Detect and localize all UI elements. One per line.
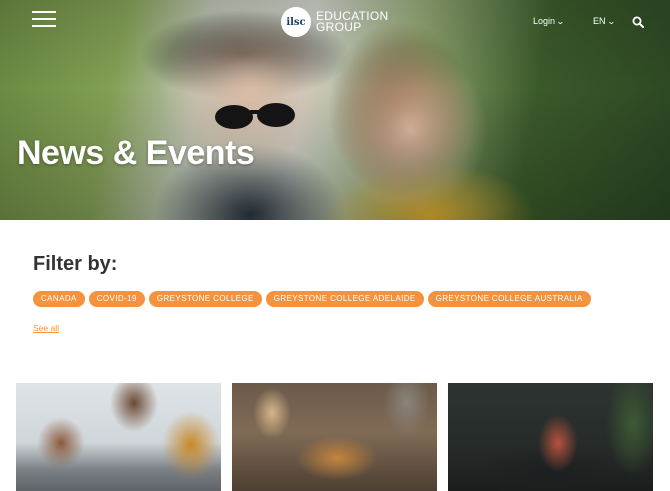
filter-chip-greystone-college-australia[interactable]: GREYSTONE COLLEGE AUSTRALIA [427, 291, 591, 307]
login-label: Login [533, 16, 556, 26]
filter-heading: Filter by: [33, 253, 118, 275]
chevron-down-icon: ⌄ [556, 17, 565, 26]
article-card-image[interactable] [448, 383, 653, 491]
filter-chip-greystone-college-adelaide[interactable]: GREYSTONE COLLEGE ADELAIDE [265, 291, 424, 307]
language-label: EN [593, 16, 606, 26]
see-all-link[interactable]: See all [33, 323, 59, 333]
filter-chip-greystone-college[interactable]: GREYSTONE COLLEGE [148, 291, 262, 307]
article-card-image[interactable] [16, 383, 221, 491]
logo-line-2: GROUP [316, 20, 362, 34]
filter-chip-list: CANADA COVID-19 GREYSTONE COLLEGE GREYST… [33, 291, 591, 307]
article-card-image[interactable] [232, 383, 437, 491]
page-title: News & Events [17, 134, 255, 172]
login-menu[interactable]: Login⌄ [533, 16, 565, 26]
filter-chip-canada[interactable]: CANADA [33, 291, 85, 307]
language-selector[interactable]: EN⌄ [593, 16, 616, 26]
hamburger-menu-icon[interactable] [32, 11, 56, 29]
chevron-down-icon: ⌄ [606, 17, 616, 26]
logo[interactable]: ilsc EDUCATION GROUP [281, 6, 388, 38]
logo-text: EDUCATION GROUP [316, 10, 388, 34]
logo-mark: ilsc [281, 7, 311, 37]
search-icon[interactable] [632, 16, 644, 28]
sunglasses-graphic [215, 103, 295, 129]
filter-chip-covid-19[interactable]: COVID-19 [88, 291, 145, 307]
